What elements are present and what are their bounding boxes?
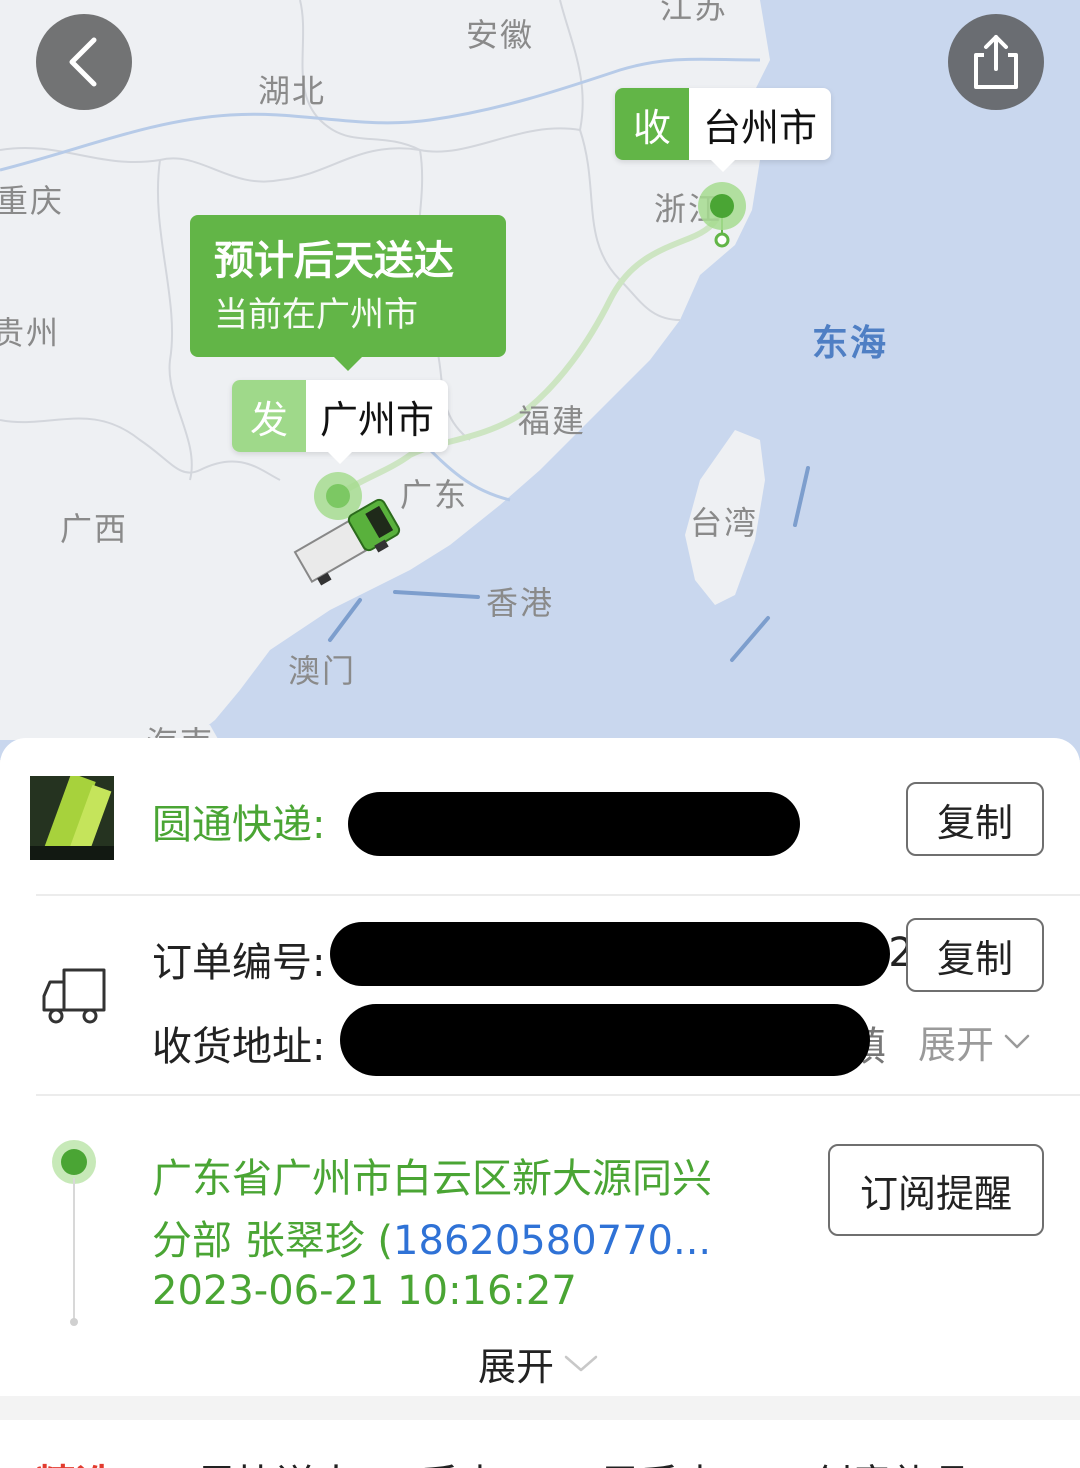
origin-city: 广州市: [320, 397, 435, 442]
map-label-hubei: 湖北: [258, 72, 327, 110]
shipment-card: 圆通快递: 复制 订单编号: 1872 复制 收货地址: 镇 展开 广东省广州市…: [0, 738, 1080, 1396]
map-label-guizhou: 贵州: [0, 314, 61, 352]
route-map[interactable]: 江苏 安徽 湖北 重庆 贵州 浙江 福建 广东 广西 台湾 香港 澳门 海南 东…: [0, 0, 1080, 760]
timeline-line: [73, 1178, 75, 1322]
courier-phone-link[interactable]: 18620580770...: [393, 1218, 711, 1264]
watch-image-icon: [30, 776, 114, 860]
share-button[interactable]: [948, 14, 1044, 110]
recommendation-item[interactable]: 手表: [420, 1452, 500, 1468]
address-label: 收货地址:: [152, 1024, 326, 1070]
tracking-number-redacted: [348, 792, 800, 856]
eta-title: 预计后天送达: [214, 238, 454, 284]
destination-city: 台州市: [703, 105, 818, 150]
divider: [36, 1094, 1080, 1096]
tracking-location-line1: 广东省广州市白云区新大源同兴: [152, 1156, 712, 1202]
copy-tracking-button[interactable]: 复制: [906, 782, 1044, 856]
back-button[interactable]: [36, 14, 132, 110]
recommendation-tab-featured[interactable]: 精选: [36, 1452, 116, 1468]
destination-pin-icon: [698, 182, 746, 248]
map-label-hongkong: 香港: [486, 584, 555, 622]
address-expand-label: 展开: [918, 1023, 995, 1067]
tracking-courier: 分部 张翠珍 (: [152, 1218, 394, 1264]
eta-subtitle: 当前在广州市: [214, 295, 418, 335]
origin-tag-key: 发: [232, 380, 306, 452]
eta-bubble: 预计后天送达 当前在广州市: [190, 215, 506, 371]
product-thumbnail[interactable]: [30, 776, 114, 860]
map-label-chongqing: 重庆: [0, 182, 65, 220]
recommendation-item[interactable]: 男手表: [600, 1452, 720, 1468]
tracking-expand-label: 展开: [478, 1345, 555, 1389]
address-redacted: [340, 1004, 870, 1076]
map-label-fujian: 福建: [518, 402, 587, 440]
subscribe-reminder-button[interactable]: 订阅提醒: [828, 1144, 1044, 1236]
map-label-jiangsu: 江苏: [660, 0, 729, 26]
truck-icon: [293, 498, 401, 586]
recommendation-strip: 精选 尽快送大 手表 男手表 创意礼品: [0, 1420, 1080, 1468]
map-terrain: [0, 0, 810, 760]
divider: [36, 894, 1080, 896]
tracking-timestamp: 2023-06-21 10:16:27: [152, 1268, 577, 1314]
share-icon: [974, 35, 1018, 89]
destination-tag-key: 收: [615, 88, 689, 160]
map-label-guangdong: 广东: [400, 476, 469, 514]
map-label-east-sea: 东海: [812, 323, 889, 364]
origin-tag: 发 广州市: [232, 380, 449, 464]
map-label-guangxi: 广西: [60, 510, 129, 548]
map-label-anhui: 安徽: [466, 16, 535, 54]
order-number-label: 订单编号:: [152, 940, 326, 986]
map-label-taiwan: 台湾: [690, 504, 759, 542]
chevron-down-icon: [564, 1355, 598, 1371]
copy-order-button[interactable]: 复制: [906, 918, 1044, 992]
tracking-expand[interactable]: 展开: [478, 1336, 598, 1391]
delivery-truck-icon: [42, 968, 106, 1024]
order-number-redacted: [330, 922, 890, 986]
address-expand[interactable]: 展开: [918, 1014, 1030, 1069]
recommendation-item[interactable]: 创意礼品: [812, 1452, 972, 1468]
destination-tag: 收 台州市: [615, 88, 832, 172]
map-label-macau: 澳门: [288, 652, 357, 690]
timeline-end-dot: [70, 1318, 78, 1326]
tracking-location-line2: 分部 张翠珍 (18620580770...: [152, 1208, 711, 1266]
chevron-down-icon: [1004, 1034, 1030, 1048]
recommendation-item[interactable]: 尽快送大: [196, 1452, 356, 1468]
chevron-left-icon: [69, 37, 97, 87]
carrier-label: 圆通快递:: [152, 802, 326, 848]
